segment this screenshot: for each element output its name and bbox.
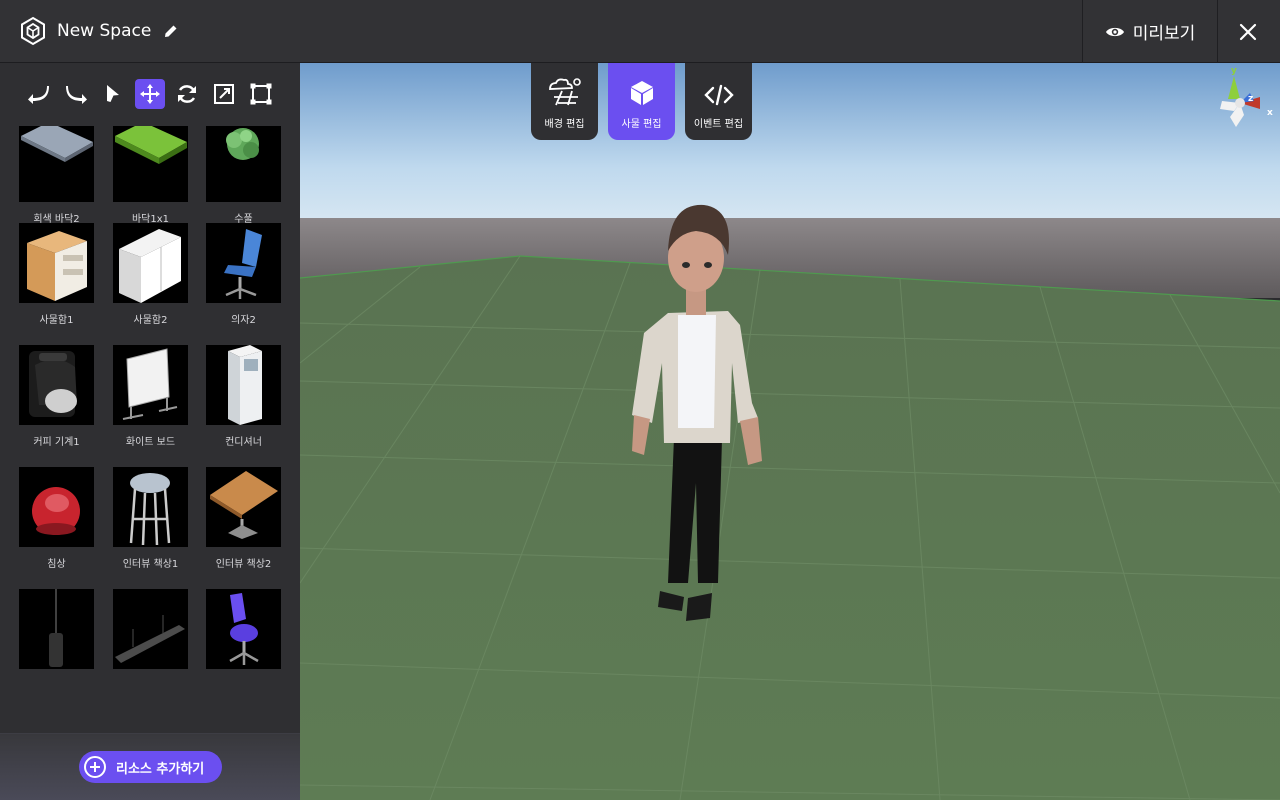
asset-thumbnail: [19, 223, 94, 303]
scale-icon: [214, 84, 234, 104]
code-icon: [703, 84, 734, 106]
asset-label: 컨디셔너: [225, 437, 262, 448]
asset-thumbnail: [113, 223, 188, 303]
axis-y-label: y: [1231, 66, 1237, 76]
asset-sidebar: 회색 바닥2 바닥1x1 수풀 사물함1 사물함2 의자2 커피 기계1 화이트…: [0, 63, 300, 800]
asset-label: 사물함1: [39, 315, 74, 326]
asset-thumbnail: [113, 589, 188, 669]
asset-label: 침상: [47, 559, 66, 570]
rect-tool-button[interactable]: [246, 79, 276, 109]
axis-gizmo-icon[interactable]: y z x: [1210, 63, 1280, 138]
asset-item[interactable]: 커피 기계1: [19, 345, 94, 448]
move-arrows-icon: [140, 84, 160, 104]
asset-thumbnail: [206, 345, 281, 425]
transform-toolbar: [24, 79, 276, 109]
asset-item[interactable]: 컨디셔너: [206, 345, 281, 448]
preview-label: 미리보기: [1132, 24, 1196, 44]
asset-grid: 회색 바닥2 바닥1x1 수풀 사물함1 사물함2 의자2 커피 기계1 화이트…: [19, 126, 289, 741]
asset-thumbnail: [19, 126, 94, 202]
select-tool-button[interactable]: [98, 79, 128, 109]
asset-thumbnail: [206, 223, 281, 303]
tab-label: 이벤트 편집: [693, 119, 744, 130]
asset-item[interactable]: 수풀: [206, 126, 281, 225]
asset-thumbnail: [113, 345, 188, 425]
asset-label: 사물함2: [133, 315, 168, 326]
tab-object-edit[interactable]: 사물 편집: [608, 63, 675, 140]
asset-thumbnail: [113, 126, 188, 202]
axis-x-label: x: [1267, 108, 1273, 118]
app-logo-icon: [21, 16, 45, 46]
close-icon[interactable]: [1236, 20, 1260, 44]
asset-thumbnail: [19, 589, 94, 669]
space-title: New Space: [57, 21, 152, 41]
cursor-icon: [107, 85, 119, 102]
asset-item[interactable]: 인터뷰 책상2: [206, 467, 281, 570]
tab-event-edit[interactable]: 이벤트 편집: [685, 63, 752, 140]
asset-item[interactable]: 사물함2: [113, 223, 188, 326]
axis-z-label: z: [1248, 94, 1253, 104]
scene-canvas[interactable]: [300, 63, 1280, 800]
scene-viewport[interactable]: 배경 편집 사물 편집 이벤트 편집 y z x: [300, 63, 1280, 800]
asset-label: 의자2: [231, 315, 256, 326]
tab-label: 사물 편집: [621, 119, 662, 130]
asset-thumbnail: [206, 467, 281, 547]
asset-thumbnail: [19, 345, 94, 425]
asset-label: 인터뷰 책상2: [215, 559, 272, 570]
add-resource-label: 리소스 추가하기: [116, 761, 205, 777]
asset-label: 인터뷰 책상1: [122, 559, 179, 570]
asset-item[interactable]: 인터뷰 책상1: [113, 467, 188, 570]
rotate-tool-button[interactable]: [172, 79, 202, 109]
asset-item[interactable]: 의자2: [206, 223, 281, 326]
edit-title-icon[interactable]: [163, 23, 179, 39]
asset-item[interactable]: 침상: [19, 467, 94, 570]
move-tool-button[interactable]: [135, 79, 165, 109]
sidebar-footer: 리소스 추가하기: [0, 733, 300, 800]
preview-button[interactable]: 미리보기: [1082, 0, 1218, 63]
asset-item[interactable]: [113, 589, 188, 677]
redo-icon: [66, 86, 87, 104]
asset-label: 화이트 보드: [125, 437, 176, 448]
bounding-box-icon: [250, 83, 272, 105]
asset-item[interactable]: [19, 589, 94, 677]
asset-item[interactable]: 회색 바닥2: [19, 126, 94, 225]
object-edit-icon: [630, 81, 653, 105]
top-bar: New Space 미리보기: [0, 0, 1280, 63]
tab-background-edit[interactable]: 배경 편집: [531, 63, 598, 140]
asset-thumbnail: [206, 126, 281, 202]
asset-label: 커피 기계1: [33, 437, 80, 448]
asset-item[interactable]: 사물함1: [19, 223, 94, 326]
scale-tool-button[interactable]: [209, 79, 239, 109]
undo-icon: [28, 86, 49, 104]
redo-button[interactable]: [61, 79, 91, 109]
asset-thumbnail: [206, 589, 281, 669]
undo-button[interactable]: [24, 79, 54, 109]
edit-mode-tabs: 배경 편집 사물 편집 이벤트 편집: [531, 63, 752, 140]
add-resource-button[interactable]: 리소스 추가하기: [79, 751, 222, 783]
asset-item[interactable]: 화이트 보드: [113, 345, 188, 448]
background-edit-icon: [548, 78, 581, 106]
asset-thumbnail: [113, 467, 188, 547]
asset-item[interactable]: [206, 589, 281, 677]
tab-label: 배경 편집: [544, 119, 585, 130]
eye-icon: [1105, 27, 1124, 36]
asset-thumbnail: [19, 467, 94, 547]
rotate-icon: [178, 85, 196, 103]
asset-item[interactable]: 바닥1x1: [113, 126, 188, 225]
plus-circle-icon: [84, 756, 106, 778]
